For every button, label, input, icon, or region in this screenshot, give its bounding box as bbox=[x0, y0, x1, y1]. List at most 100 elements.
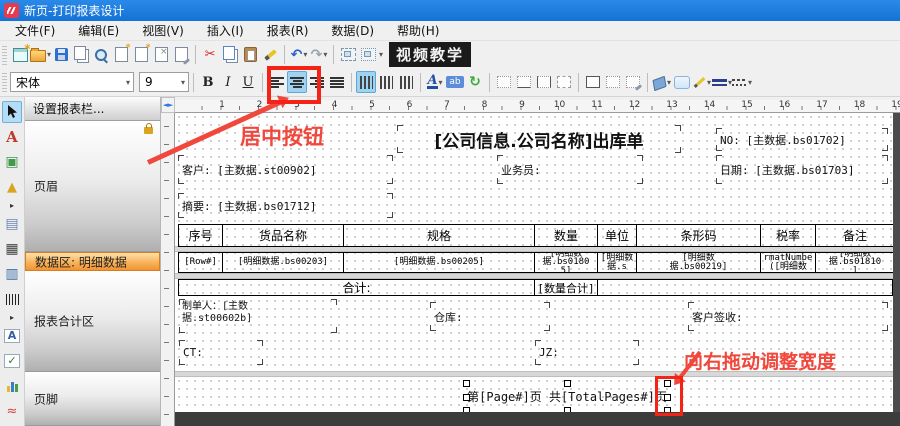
report-no-cell[interactable]: NO: [主数据.bs01702] bbox=[716, 128, 888, 151]
table-data-cell-7[interactable]: [明细数 据.bs01810 ] bbox=[816, 253, 893, 272]
customer-cell[interactable]: 客户: [主数据.st00902] bbox=[178, 155, 393, 184]
table-total-row[interactable]: 合计: [数量合计] bbox=[178, 279, 893, 296]
border-grid-button[interactable] bbox=[603, 71, 623, 93]
redo-button[interactable]: ↷▾ bbox=[309, 44, 329, 66]
menu-item-1[interactable]: 编辑(E) bbox=[69, 21, 128, 40]
subreport-tool[interactable]: ▤ bbox=[2, 213, 22, 235]
font-size-select[interactable]: 9▾ bbox=[139, 72, 189, 92]
delete-page-button[interactable]: × bbox=[151, 44, 171, 66]
valign-bottom-button[interactable] bbox=[396, 71, 416, 93]
expand-arrow-icon[interactable]: ▸ bbox=[2, 201, 22, 210]
table-data-cell-4[interactable]: [明细数 据.s bbox=[598, 253, 637, 272]
menu-item-3[interactable]: 插入(I) bbox=[198, 21, 253, 40]
band-item-0[interactable]: 页眉 bbox=[25, 121, 160, 252]
table-header-cell-5[interactable]: 条形码 bbox=[637, 225, 761, 246]
table-data-cell-2[interactable]: [明细数据.bs00205] bbox=[344, 253, 535, 272]
select-tool[interactable] bbox=[2, 101, 22, 123]
table-data-cell-3[interactable]: [明细数 据.bs0180 5] bbox=[535, 253, 598, 272]
shape-button[interactable] bbox=[672, 71, 692, 93]
border-inner-button[interactable] bbox=[554, 71, 574, 93]
toolbar-grip[interactable] bbox=[2, 45, 7, 65]
customer-sign-cell[interactable]: 客户签收: bbox=[688, 302, 888, 331]
line-style-button[interactable]: ▾ bbox=[732, 71, 752, 93]
underline-button[interactable]: U bbox=[238, 71, 258, 93]
resize-handle[interactable] bbox=[463, 394, 470, 401]
image-tool[interactable]: ▣ bbox=[2, 151, 22, 173]
align-justify-button[interactable] bbox=[327, 71, 347, 93]
shape-tool[interactable]: ▲ bbox=[2, 176, 22, 198]
table-header-cell-0[interactable]: 序号 bbox=[179, 225, 223, 246]
report-title-cell[interactable]: [公司信息.公司名称]出库单 bbox=[397, 125, 681, 153]
resize-handle[interactable] bbox=[463, 380, 470, 387]
salesman-cell[interactable]: 业务员: bbox=[497, 155, 643, 184]
checkbox-tool[interactable]: ✓ bbox=[2, 350, 22, 372]
border-all-button[interactable] bbox=[583, 71, 603, 93]
resize-handle[interactable] bbox=[564, 380, 571, 387]
table-data-row[interactable]: [Row#][明细数据.bs00203][明细数据.bs00205][明细数 据… bbox=[178, 252, 893, 273]
border-settings-button[interactable] bbox=[623, 71, 643, 93]
cut-button[interactable]: ✂ bbox=[200, 44, 220, 66]
data-table-tool[interactable]: ▥ bbox=[2, 263, 22, 285]
italic-button[interactable]: I bbox=[218, 71, 238, 93]
total-label-cell[interactable]: 合计: bbox=[179, 280, 535, 295]
border-bottom-button[interactable] bbox=[514, 71, 534, 93]
date-cell[interactable]: 日期: [主数据.bs01703] bbox=[716, 155, 888, 184]
table-data-cell-1[interactable]: [明细数据.bs00203] bbox=[223, 253, 344, 272]
menu-item-6[interactable]: 帮助(H) bbox=[388, 21, 448, 40]
band-item-3[interactable]: 页脚 bbox=[25, 372, 160, 426]
toolbar-grip[interactable] bbox=[2, 72, 7, 92]
ungroup-button[interactable] bbox=[358, 44, 378, 66]
ruler-corner[interactable]: ◄► bbox=[161, 97, 175, 113]
total-empty-cell[interactable] bbox=[598, 280, 892, 295]
format-painter-button[interactable] bbox=[260, 44, 280, 66]
undo-button[interactable]: ↶▾ bbox=[289, 44, 309, 66]
border-sides-button[interactable] bbox=[534, 71, 554, 93]
chart-tool[interactable] bbox=[2, 375, 22, 397]
font-color-button[interactable]: A▾ bbox=[425, 71, 445, 93]
ct-cell[interactable]: CT: bbox=[179, 340, 263, 365]
menu-item-4[interactable]: 报表(R) bbox=[258, 21, 318, 40]
table-data-cell-0[interactable]: [Row#] bbox=[179, 253, 223, 272]
table-header-cell-1[interactable]: 货品名称 bbox=[223, 225, 344, 246]
table-tool[interactable]: ▦ bbox=[2, 238, 22, 260]
pen-color-button[interactable]: ▾ bbox=[692, 71, 712, 93]
table-data-cell-6[interactable]: rmatNumbe ([明细数 bbox=[761, 253, 816, 272]
video-tutorial-badge[interactable]: 视频教学 bbox=[389, 42, 471, 67]
warehouse-cell[interactable]: 仓库: bbox=[430, 302, 550, 331]
jz-cell[interactable]: JZ: bbox=[535, 340, 639, 365]
fill-color-button[interactable]: ▾ bbox=[652, 71, 672, 93]
text-format-button[interactable]: ab bbox=[445, 71, 465, 93]
refresh-button[interactable]: ↻ bbox=[465, 71, 485, 93]
menu-item-5[interactable]: 数据(D) bbox=[322, 21, 383, 40]
barcode-tool[interactable] bbox=[2, 288, 22, 310]
vertical-ruler[interactable] bbox=[161, 113, 175, 426]
sidebar-header[interactable]: 设置报表栏... bbox=[25, 97, 160, 121]
font-family-select[interactable]: 宋体▾ bbox=[10, 72, 134, 92]
open-button[interactable]: ▾ bbox=[30, 44, 51, 66]
table-header-cell-4[interactable]: 单位 bbox=[598, 225, 637, 246]
valign-middle-button[interactable] bbox=[376, 71, 396, 93]
table-header-cell-3[interactable]: 数量 bbox=[535, 225, 598, 246]
summary-cell[interactable]: 摘要: [主数据.bs01712] bbox=[178, 193, 393, 218]
band-item-2[interactable]: 报表合计区 bbox=[25, 271, 160, 372]
curve-tool[interactable]: ≈ bbox=[2, 400, 22, 422]
table-data-cell-5[interactable]: [明细数 据.bs00219] bbox=[637, 253, 761, 272]
band-item-1[interactable]: 数据区: 明细数据 bbox=[25, 252, 160, 271]
copy-button[interactable] bbox=[220, 44, 240, 66]
page-settings-button[interactable] bbox=[171, 44, 191, 66]
toolbar-overflow-icon[interactable]: ▾ bbox=[379, 50, 383, 59]
menu-item-0[interactable]: 文件(F) bbox=[6, 21, 64, 40]
table-header-row[interactable]: 序号货品名称规格数量单位条形码税率备注 bbox=[178, 224, 893, 247]
new-report-button[interactable] bbox=[10, 44, 30, 66]
preview-button[interactable] bbox=[91, 44, 111, 66]
table-header-cell-7[interactable]: 备注 bbox=[816, 225, 893, 246]
line-weight-button[interactable]: ▾ bbox=[712, 71, 732, 93]
table-header-cell-6[interactable]: 税率 bbox=[761, 225, 816, 246]
expand-arrow-icon[interactable]: ▸ bbox=[2, 313, 22, 322]
total-value-cell[interactable]: [数量合计] bbox=[535, 280, 598, 295]
label-tool[interactable]: A bbox=[2, 126, 22, 148]
save-button[interactable] bbox=[51, 44, 71, 66]
valign-top-button[interactable] bbox=[356, 71, 376, 93]
border-none-button[interactable] bbox=[494, 71, 514, 93]
maker-cell[interactable]: 制单人：[主数 据.st00602b] bbox=[179, 299, 337, 333]
